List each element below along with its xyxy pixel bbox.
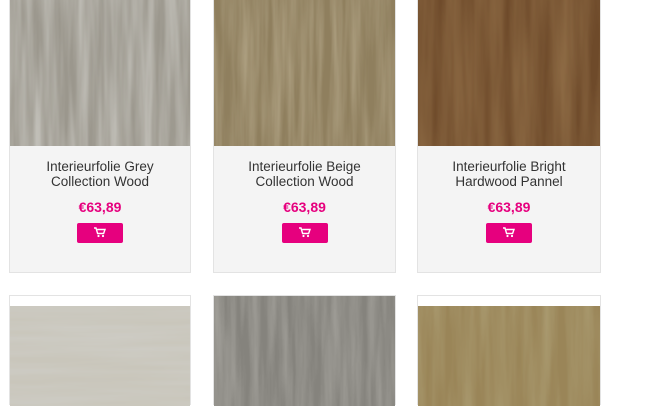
product-card: Interieurfolie Bright Hardwood Pannel €6… bbox=[417, 0, 601, 273]
product-title[interactable]: Interieurfolie Bright Hardwood Pannel bbox=[418, 159, 600, 189]
product-title-line1: Interieurfolie Grey bbox=[46, 159, 154, 174]
product-card: Interieurfolie Grey Collection Wood €63,… bbox=[9, 0, 191, 273]
product-image-light-wood[interactable] bbox=[10, 306, 190, 406]
product-image-beige-wood[interactable] bbox=[214, 0, 395, 146]
product-price: €63,89 bbox=[283, 199, 326, 215]
product-card bbox=[213, 295, 396, 406]
product-title-line2: Collection Wood bbox=[50, 174, 150, 189]
product-card: Interieurfolie Beige Collection Wood €63… bbox=[213, 0, 396, 273]
product-price: €63,89 bbox=[78, 199, 122, 215]
product-image-olive-wood[interactable] bbox=[418, 306, 600, 406]
add-to-cart-button[interactable] bbox=[281, 223, 328, 243]
product-card bbox=[417, 295, 601, 406]
shopping-cart-icon bbox=[298, 227, 311, 238]
product-title-line1: Interieurfolie Beige bbox=[248, 159, 361, 174]
shopping-cart-icon bbox=[94, 227, 106, 238]
product-title-line1: Interieurfolie Bright bbox=[452, 159, 566, 174]
product-image-hardwood[interactable] bbox=[418, 0, 600, 146]
add-to-cart-button[interactable] bbox=[77, 223, 123, 243]
product-title-line2: Hardwood Pannel bbox=[455, 174, 563, 189]
product-image-dark-grey-wood[interactable] bbox=[214, 296, 395, 406]
shopping-cart-icon bbox=[503, 227, 515, 238]
add-to-cart-button[interactable] bbox=[486, 223, 532, 243]
product-title[interactable]: Interieurfolie Beige Collection Wood bbox=[214, 159, 395, 189]
product-price: €63,89 bbox=[487, 199, 531, 215]
product-title-line2: Collection Wood bbox=[255, 174, 354, 189]
product-title[interactable]: Interieurfolie Grey Collection Wood bbox=[10, 159, 190, 189]
product-card bbox=[9, 295, 191, 406]
product-image-grey-wood[interactable] bbox=[10, 0, 190, 146]
